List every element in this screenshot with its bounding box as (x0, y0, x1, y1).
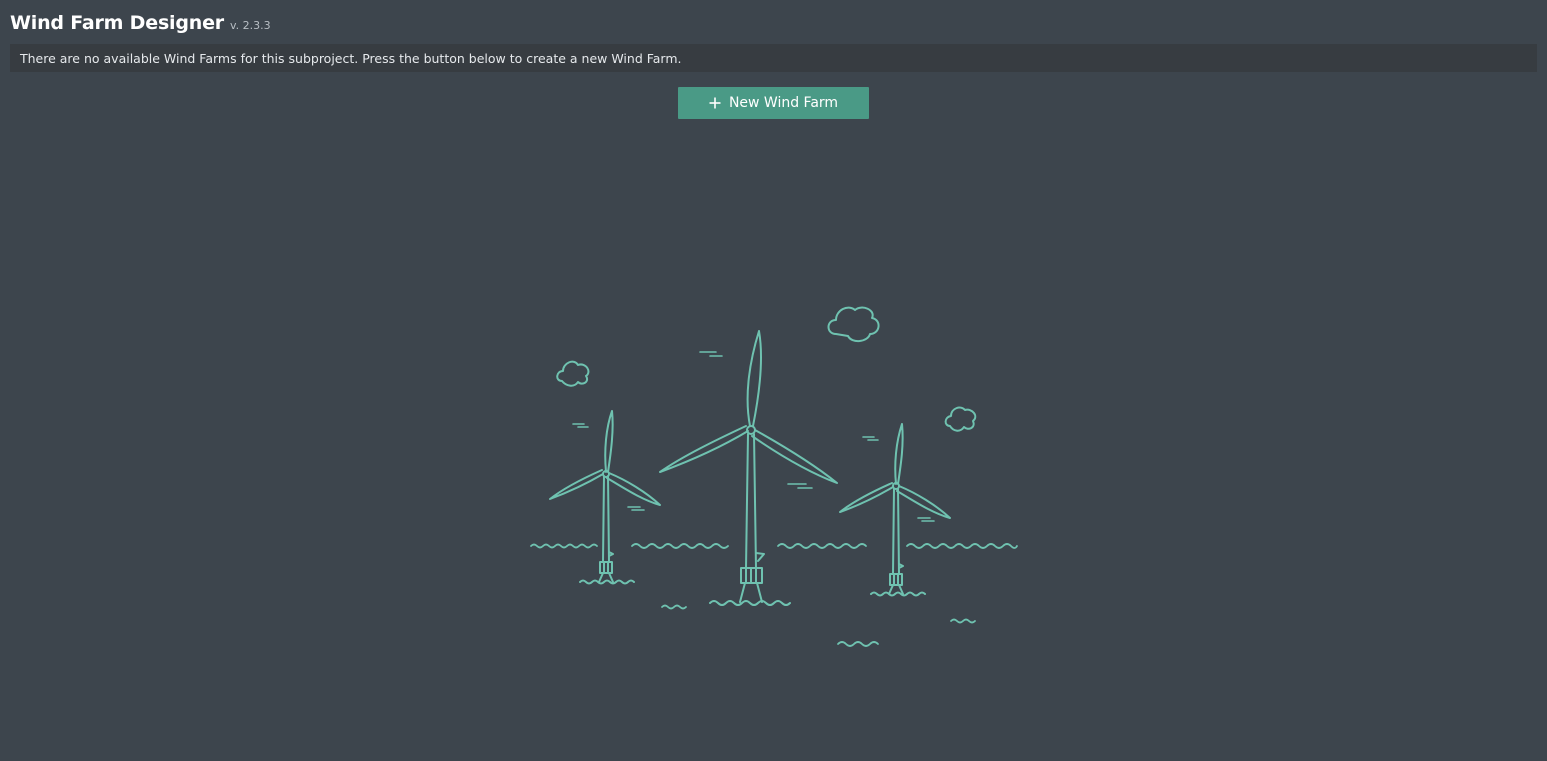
app-header: Wind Farm Designer v. 2.3.3 (10, 12, 271, 38)
plus-icon (709, 97, 721, 109)
app-version: v. 2.3.3 (229, 19, 271, 32)
turbine-small-right-icon (839, 423, 951, 597)
turbine-small-left-icon (549, 410, 661, 585)
empty-state-notice: There are no available Wind Farms for th… (10, 44, 1537, 72)
cloud-icon (944, 406, 977, 432)
new-wind-farm-button[interactable]: New Wind Farm (678, 87, 869, 119)
app-title: Wind Farm Designer (10, 12, 224, 34)
wind-turbines-illustration (520, 295, 1030, 655)
cloud-icon (827, 306, 880, 342)
wind-turbines-icon (530, 306, 1018, 647)
notice-message: There are no available Wind Farms for th… (20, 50, 682, 66)
cloud-icon (556, 360, 590, 387)
new-wind-farm-label: New Wind Farm (728, 95, 839, 111)
turbine-large-center-icon (659, 330, 838, 606)
